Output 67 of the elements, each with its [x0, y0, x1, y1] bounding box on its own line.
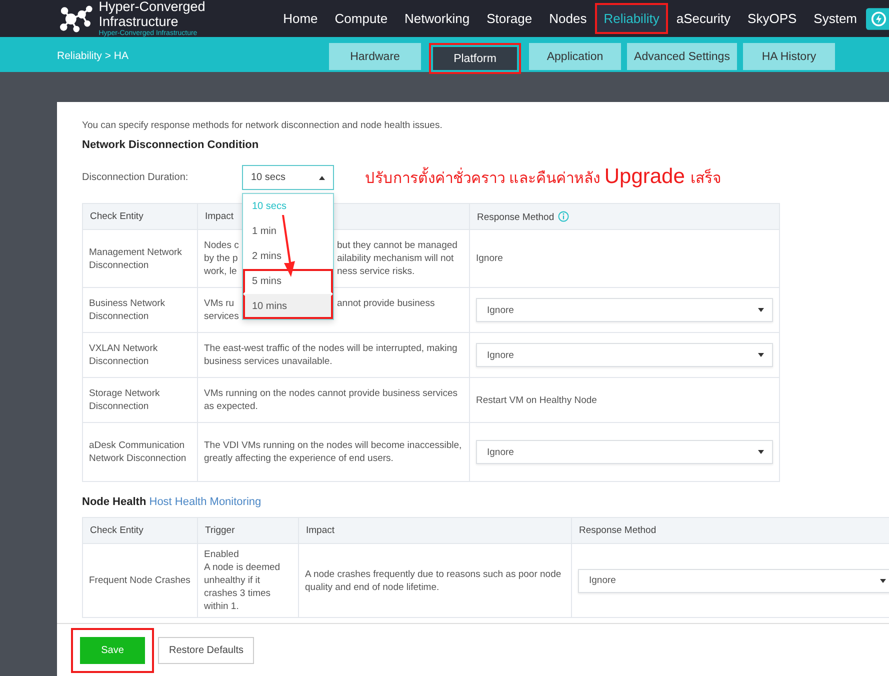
table-cell: Ignore [476, 253, 503, 264]
tab[interactable]: Advanced Settings [627, 43, 737, 70]
response-select[interactable]: Ignore [476, 440, 773, 464]
nav-item[interactable]: Compute [326, 3, 396, 34]
table-cell-text: A node is deemed unhealthy if it crashes 3 times within 1. [204, 561, 282, 613]
nav-item[interactable]: aSecurity [668, 3, 740, 34]
nav-item[interactable]: System [805, 3, 866, 34]
tab[interactable]: HA History [743, 43, 835, 70]
annotation-text: ปรับการตั้งค่าชั่วคราว และคืนค่าหลัง Upgrade เสร็จ [365, 165, 722, 190]
table-cell: ailability mechanism will not [337, 252, 454, 265]
user-menu-icon[interactable] [866, 6, 889, 30]
nav-item[interactable]: Nodes [540, 3, 596, 34]
column-header: Response Method [572, 518, 889, 544]
section-heading: Node Health [82, 496, 146, 508]
nav-item[interactable]: Reliability [595, 3, 668, 34]
table-cell: but they cannot be managed [337, 239, 458, 252]
host-health-link[interactable]: Host Health Monitoring [149, 496, 262, 508]
caret-icon [880, 578, 886, 582]
caret-icon [758, 308, 764, 312]
table-cell: Frequent Node Crashes [89, 575, 190, 586]
table-cell: VMs ru [204, 297, 234, 310]
table-cell: annot provide business [337, 297, 435, 310]
breadcrumb: Reliability > HA [57, 50, 130, 62]
table-cell: ness service risks. [337, 265, 415, 278]
duration-label: Disconnection Duration: [82, 172, 190, 183]
table-cell: The east-west traffic of the nodes will be interrupted, making business services unavailable. [204, 343, 458, 367]
response-select[interactable]: Ignore [476, 298, 773, 322]
tab[interactable]: Hardware [329, 43, 421, 70]
nav-item[interactable]: Networking [396, 3, 478, 34]
table-cell: Management Network Disconnection [89, 246, 182, 270]
arrow-icon [280, 215, 296, 277]
table-cell: VMs running on the nodes cannot provide business services as expected. [204, 388, 458, 412]
intro-text: You can specify response methods for network disconnection and node health issues. [82, 120, 444, 131]
table-cell: A node crashes frequently due to reasons such as poor node quality and end of node lifetime. [305, 568, 562, 592]
response-select[interactable]: Ignore [476, 343, 773, 367]
restore-defaults-button[interactable]: Restore Defaults [158, 636, 254, 664]
dropdown-option[interactable]: 2 mins [243, 244, 333, 269]
table-cell: VXLAN Network Disconnection [89, 343, 158, 367]
table-cell: The VDI VMs running on the nodes will become inaccessible, greatly affecting the experience of end users. [204, 440, 462, 464]
caret-icon [758, 353, 764, 357]
nav-item[interactable]: Storage [478, 3, 541, 34]
table-cell: Nodes c [204, 239, 239, 252]
dropdown-option[interactable]: 10 mins [243, 294, 333, 319]
column-header: Check Entity [82, 518, 198, 544]
column-header: Impact [298, 518, 572, 544]
section-heading: Network Disconnection Condition [82, 139, 260, 151]
column-header: Check Entity [82, 204, 198, 230]
table-cell: aDesk Communication Network Disconnection [89, 440, 186, 464]
nav-item[interactable]: SkyOPS [739, 3, 806, 34]
table-cell: Storage Network Disconnection [89, 388, 160, 412]
table-cell: Business Network Disconnection [89, 298, 166, 322]
table-cell: by the p [204, 252, 238, 265]
nav-item[interactable]: Home [274, 3, 326, 34]
molecule-logo-icon [60, 4, 93, 34]
column-header: Trigger [198, 518, 298, 544]
table-cell: work, le [204, 265, 237, 278]
table-cell: Restart VM on Healthy Node [476, 394, 597, 406]
caret-icon [758, 450, 764, 454]
tab[interactable]: Platform [429, 43, 521, 74]
tab[interactable]: Application [529, 43, 621, 70]
column-header: Response Method [470, 204, 780, 230]
duration-select[interactable]: 10 secs [242, 165, 334, 190]
table-cell-text: Enabled [204, 548, 240, 561]
product-title: Hyper-Converged Infrastructure [98, 0, 206, 29]
response-select[interactable]: Ignore [578, 568, 889, 592]
table-cell: services [204, 310, 239, 323]
caret-icon [319, 176, 325, 180]
